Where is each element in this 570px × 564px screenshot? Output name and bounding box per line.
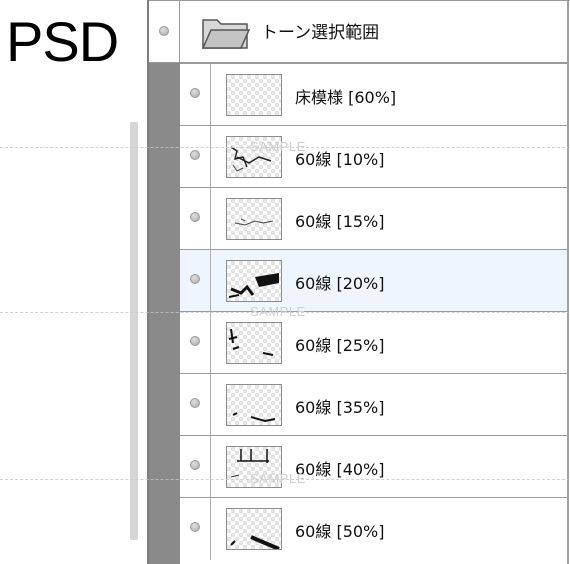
layer-row[interactable]: 60線 [20%] [180,249,567,312]
layer-row[interactable]: 60線 [35%] [180,373,567,436]
layer-thumbnail [226,74,282,116]
layer-name: 60線 [20%] [295,274,385,293]
layer-name: 60線 [10%] [295,150,385,169]
group-name: トーン選択範囲 [261,23,380,43]
watermark-text: SAMPLE [250,304,306,319]
layer-thumbnail [226,508,282,550]
watermark-text: SAMPLE [250,471,306,486]
layer-name: 60線 [25%] [295,336,385,355]
visibility-toggle-icon[interactable] [190,274,200,284]
layer-name: 60線 [15%] [295,212,385,231]
visibility-toggle-icon[interactable] [190,460,200,470]
layer-thumbnail [226,322,282,364]
layer-name: 60線 [50%] [295,522,385,541]
layer-name: 60線 [35%] [295,398,385,417]
layer-row[interactable]: 60線 [10%] [180,125,567,188]
layer-row[interactable]: 60線 [40%] [180,435,567,498]
visibility-toggle-icon[interactable] [190,336,200,346]
group-indent-bar [149,63,180,564]
visibility-toggle-icon[interactable] [159,26,169,36]
layer-group-row[interactable]: トーン選択範囲 [149,0,567,63]
layer-row[interactable]: 60線 [15%] [180,187,567,250]
visibility-column [149,0,180,63]
layer-thumbnail [226,260,282,302]
layer-row[interactable]: 床模様 [60%] [180,63,567,126]
psd-label: PSD [6,10,119,73]
visibility-toggle-icon[interactable] [190,398,200,408]
layer-thumbnail [226,198,282,240]
visibility-toggle-icon[interactable] [190,522,200,532]
visibility-toggle-icon[interactable] [190,150,200,160]
layer-name: 60線 [40%] [295,460,385,479]
left-scrollbar[interactable] [130,122,138,540]
layer-name: 床模様 [60%] [295,88,397,107]
visibility-toggle-icon[interactable] [190,212,200,222]
folder-icon [201,19,251,49]
watermark-text: SAMPLE [250,139,306,154]
visibility-toggle-icon[interactable] [190,88,200,98]
layer-row[interactable]: 60線 [25%] [180,311,567,374]
layer-row[interactable]: 60線 [50%] [180,497,567,560]
layer-thumbnail [226,384,282,426]
